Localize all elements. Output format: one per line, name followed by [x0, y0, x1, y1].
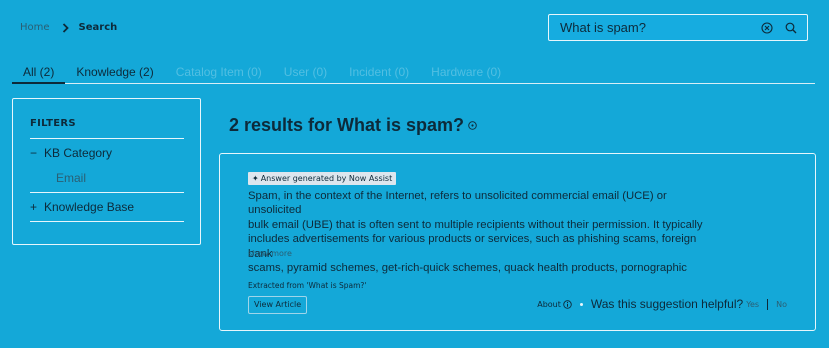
filter-option-email[interactable]: Email [56, 171, 86, 185]
info-icon [563, 299, 572, 309]
breadcrumb-home-link[interactable]: Home [20, 22, 50, 33]
result-card: ✦ Answer generated by Now Assist Spam, i… [219, 153, 816, 331]
divider [30, 192, 184, 193]
about-label: About [537, 299, 561, 309]
show-more-link[interactable]: show more [248, 249, 292, 258]
search-input[interactable]: What is spam? [560, 20, 757, 35]
feedback-bar: About Was this suggestion helpful? Yes N… [537, 297, 787, 311]
search-icon[interactable] [781, 22, 801, 34]
expand-icon: + [30, 200, 38, 214]
about-link[interactable]: About [537, 300, 572, 309]
answer-line: scams, pyramid schemes, get-rich-quick s… [248, 262, 687, 275]
tab-knowledge[interactable]: Knowledge (2) [65, 64, 164, 84]
breadcrumb: Home Search [20, 22, 117, 33]
answer-text: Spam, in the context of the Internet, re… [248, 189, 708, 275]
filter-group-knowledge-base[interactable]: + Knowledge Base [30, 200, 134, 214]
feedback-yes-link[interactable]: Yes [746, 300, 759, 309]
sparkle-icon: ✦ [252, 174, 259, 183]
extracted-from: Extracted from 'What is Spam?' [248, 281, 367, 290]
tab-hardware[interactable]: Hardware (0) [420, 64, 512, 84]
info-icon[interactable] [468, 121, 477, 130]
helpful-question: Was this suggestion helpful? [590, 297, 744, 311]
filters-panel: FILTERS − KB Category Email + Knowledge … [12, 98, 201, 245]
filter-group-kb-category[interactable]: − KB Category [30, 146, 112, 160]
tab-incident[interactable]: Incident (0) [338, 64, 420, 84]
results-heading-text: 2 results for What is spam? [229, 115, 465, 135]
separator-dot [579, 302, 583, 306]
tab-all[interactable]: All (2) [12, 64, 66, 84]
breadcrumb-current: Search [78, 22, 118, 33]
divider [30, 138, 184, 139]
tab-user[interactable]: User (0) [273, 64, 338, 84]
feedback-divider [767, 298, 769, 310]
collapse-icon: − [30, 146, 38, 160]
view-article-button[interactable]: View Article [248, 296, 308, 314]
result-tabs: All (2) Knowledge (2) Catalog Item (0) U… [12, 64, 815, 84]
clear-search-icon[interactable] [757, 21, 777, 34]
tab-catalog-item[interactable]: Catalog Item (0) [165, 64, 273, 84]
answer-line: Spam, in the context of the Internet, re… [248, 190, 667, 217]
feedback-no-link[interactable]: No [776, 300, 787, 309]
answer-line: bulk email (UBE) that is often sent to m… [248, 218, 703, 231]
results-heading: 2 results for What is spam? [229, 115, 477, 136]
filters-title: FILTERS [30, 118, 76, 129]
search-box: What is spam? [548, 14, 808, 41]
filter-group-label: Knowledge Base [44, 200, 135, 214]
answer-line: includes advertisements for various prod… [248, 233, 697, 260]
now-assist-badge: ✦ Answer generated by Now Assist [248, 172, 397, 185]
now-assist-badge-label: Answer generated by Now Assist [260, 174, 393, 183]
filter-group-label: KB Category [44, 146, 113, 160]
chevron-right-icon [62, 22, 69, 33]
divider [30, 221, 184, 222]
